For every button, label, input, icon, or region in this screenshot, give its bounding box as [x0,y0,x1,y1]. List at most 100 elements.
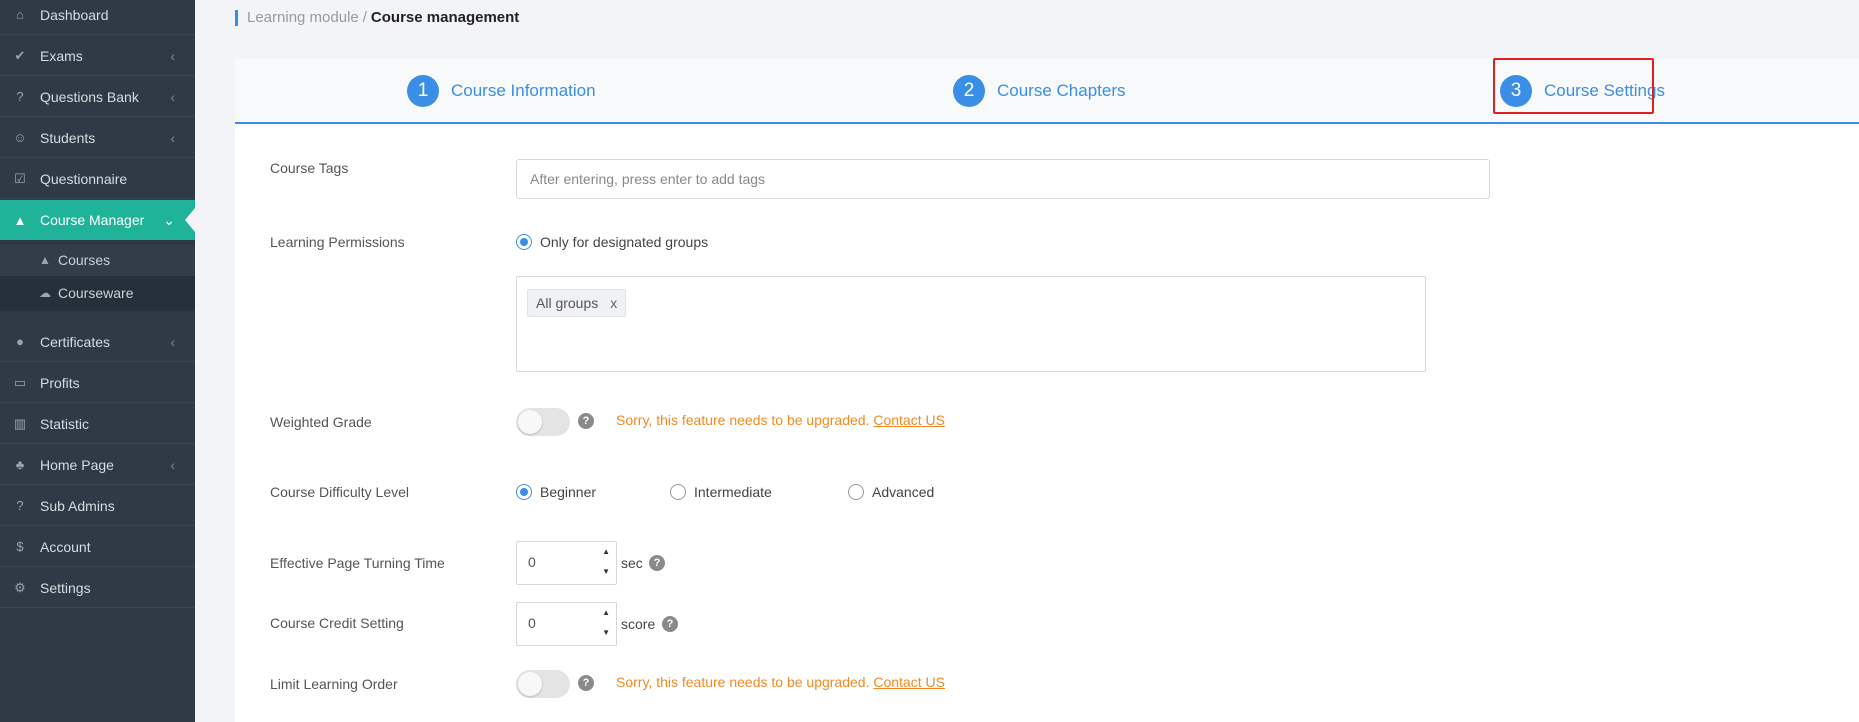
help-icon[interactable]: ? [578,675,594,691]
step-label: Course Chapters [997,81,1126,100]
question-circle-icon: ? [16,89,24,104]
check-circle-icon: ✔ [14,47,26,63]
group-tag-label: All groups [536,295,599,311]
chevron-left-icon: ‹ [170,88,175,105]
sidebar-item-label: Dashboard [40,6,109,23]
chevron-left-icon: ‹ [170,47,175,64]
decrement-arrow-icon[interactable]: ▼ [602,567,610,576]
sidebar-item-label: Questionnaire [40,170,128,187]
graduation-cap-icon: ▲ [39,253,51,267]
limit-order-label: Limit Learning Order [270,676,398,692]
home-icon: ⌂ [16,7,24,22]
difficulty-label: Course Difficulty Level [270,484,410,500]
radio-selected-icon [516,484,532,500]
designated-groups-radio[interactable]: Only for designated groups [516,234,708,250]
chevron-left-icon: ‹ [170,333,175,350]
contact-us-link[interactable]: Contact US [873,412,945,428]
step-course-chapters[interactable]: 2 Course Chapters [953,75,1126,107]
breadcrumb-marker [235,9,238,26]
sidebar-item-label: Profits [40,374,80,391]
increment-arrow-icon[interactable]: ▲ [602,608,610,617]
sidebar-item-questionnaire[interactable]: ☑ Questionnaire [0,159,195,199]
upgrade-warning-text: Sorry, this feature needs to be upgraded… [616,412,870,428]
home-page-icon: ♣ [15,457,25,472]
gear-icon: ⚙ [14,579,26,595]
checkbox-icon: ☑ [14,170,26,186]
remove-tag-button[interactable]: x [610,295,617,311]
active-indicator [185,208,195,232]
sidebar-item-profits[interactable]: ▭ Profits [0,363,195,403]
cloud-icon: ☁ [39,286,51,300]
sidebar-item-label: Certificates [40,333,111,350]
course-manager-submenu: ▲ Courses ☁ Courseware [0,243,195,311]
sidebar-item-label: Home Page [40,456,114,473]
sidebar: ⌂ Dashboard ✔ Exams ‹ ? Questions Bank ‹… [0,0,195,722]
bar-chart-icon: ▥ [13,415,27,431]
help-icon[interactable]: ? [649,555,665,571]
sidebar-item-home-page[interactable]: ♣ Home Page ‹ [0,445,195,485]
difficulty-beginner-radio[interactable]: Beginner [516,484,596,500]
sidebar-item-label: Settings [40,579,91,596]
sidebar-item-label: Account [40,538,91,555]
credit-card-icon: ▭ [13,374,27,390]
contact-us-link[interactable]: Contact US [873,674,945,690]
sidebar-item-account[interactable]: $ Account [0,527,195,567]
chevron-down-icon: ⌄ [163,211,175,228]
certificate-icon: ● [16,334,24,349]
stepper-value: 0 [528,554,536,570]
sidebar-item-certificates[interactable]: ● Certificates ‹ [0,322,195,362]
difficulty-option-label: Intermediate [694,484,772,500]
step-number: 1 [407,75,439,107]
question-circle-icon: ? [16,498,24,513]
sidebar-item-settings[interactable]: ⚙ Settings [0,568,195,608]
sidebar-item-students[interactable]: ☺ Students ‹ [0,118,195,158]
upgrade-warning: Sorry, this feature needs to be upgraded… [616,412,945,428]
graduation-cap-icon: ▲ [13,212,27,228]
sidebar-item-course-manager[interactable]: ▲ Course Manager ⌄ [0,200,195,240]
sidebar-item-sub-admins[interactable]: ? Sub Admins [0,486,195,526]
breadcrumb-parent[interactable]: Learning module [247,9,359,26]
sidebar-subitem-courses[interactable]: ▲ Courses [0,244,195,276]
breadcrumb-current: Course management [370,9,520,26]
weighted-grade-toggle[interactable] [516,408,570,436]
sidebar-item-questions-bank[interactable]: ? Questions Bank ‹ [0,77,195,117]
step-course-information[interactable]: 1 Course Information [407,75,596,107]
difficulty-advanced-radio[interactable]: Advanced [848,484,934,500]
page-turning-label: Effective Page Turning Time [270,555,445,571]
limit-order-toggle[interactable] [516,670,570,698]
learning-permissions-label: Learning Permissions [270,234,405,250]
highlight-box [1493,58,1654,114]
sidebar-subitem-courseware[interactable]: ☁ Courseware [0,277,195,309]
stepper-value: 0 [528,615,536,631]
credit-stepper[interactable]: 0 ▲ ▼ [516,602,617,646]
sidebar-item-label: Questions Bank [40,88,139,105]
sidebar-item-label: Students [40,129,96,146]
difficulty-intermediate-radio[interactable]: Intermediate [670,484,772,500]
sidebar-item-label: Sub Admins [40,497,115,514]
breadcrumb: Learning module / Course management [235,9,519,26]
breadcrumb-separator: / [362,9,367,26]
group-tag: All groups x [527,289,627,317]
upgrade-warning: Sorry, this feature needs to be upgraded… [616,674,945,690]
sidebar-item-exams[interactable]: ✔ Exams ‹ [0,36,195,76]
page-turning-stepper[interactable]: 0 ▲ ▼ [516,541,617,585]
groups-select[interactable]: All groups x [516,276,1426,372]
help-icon[interactable]: ? [578,413,594,429]
radio-selected-icon [516,234,532,250]
sidebar-subitem-label: Courses [58,252,111,268]
sidebar-item-label: Statistic [40,415,90,432]
difficulty-option-label: Beginner [540,484,597,500]
increment-arrow-icon[interactable]: ▲ [602,547,610,556]
sidebar-item-statistic[interactable]: ▥ Statistic [0,404,195,444]
credit-setting-label: Course Credit Setting [270,615,404,631]
decrement-arrow-icon[interactable]: ▼ [602,628,610,637]
toggle-knob [518,672,542,696]
radio-unselected-icon [848,484,864,500]
chevron-left-icon: ‹ [170,456,175,473]
difficulty-option-label: Advanced [872,484,935,500]
course-tags-input[interactable]: After entering, press enter to add tags [516,159,1490,199]
sidebar-item-label: Exams [40,47,83,64]
toggle-knob [518,410,542,434]
help-icon[interactable]: ? [662,616,678,632]
sidebar-item-dashboard[interactable]: ⌂ Dashboard [0,0,195,35]
